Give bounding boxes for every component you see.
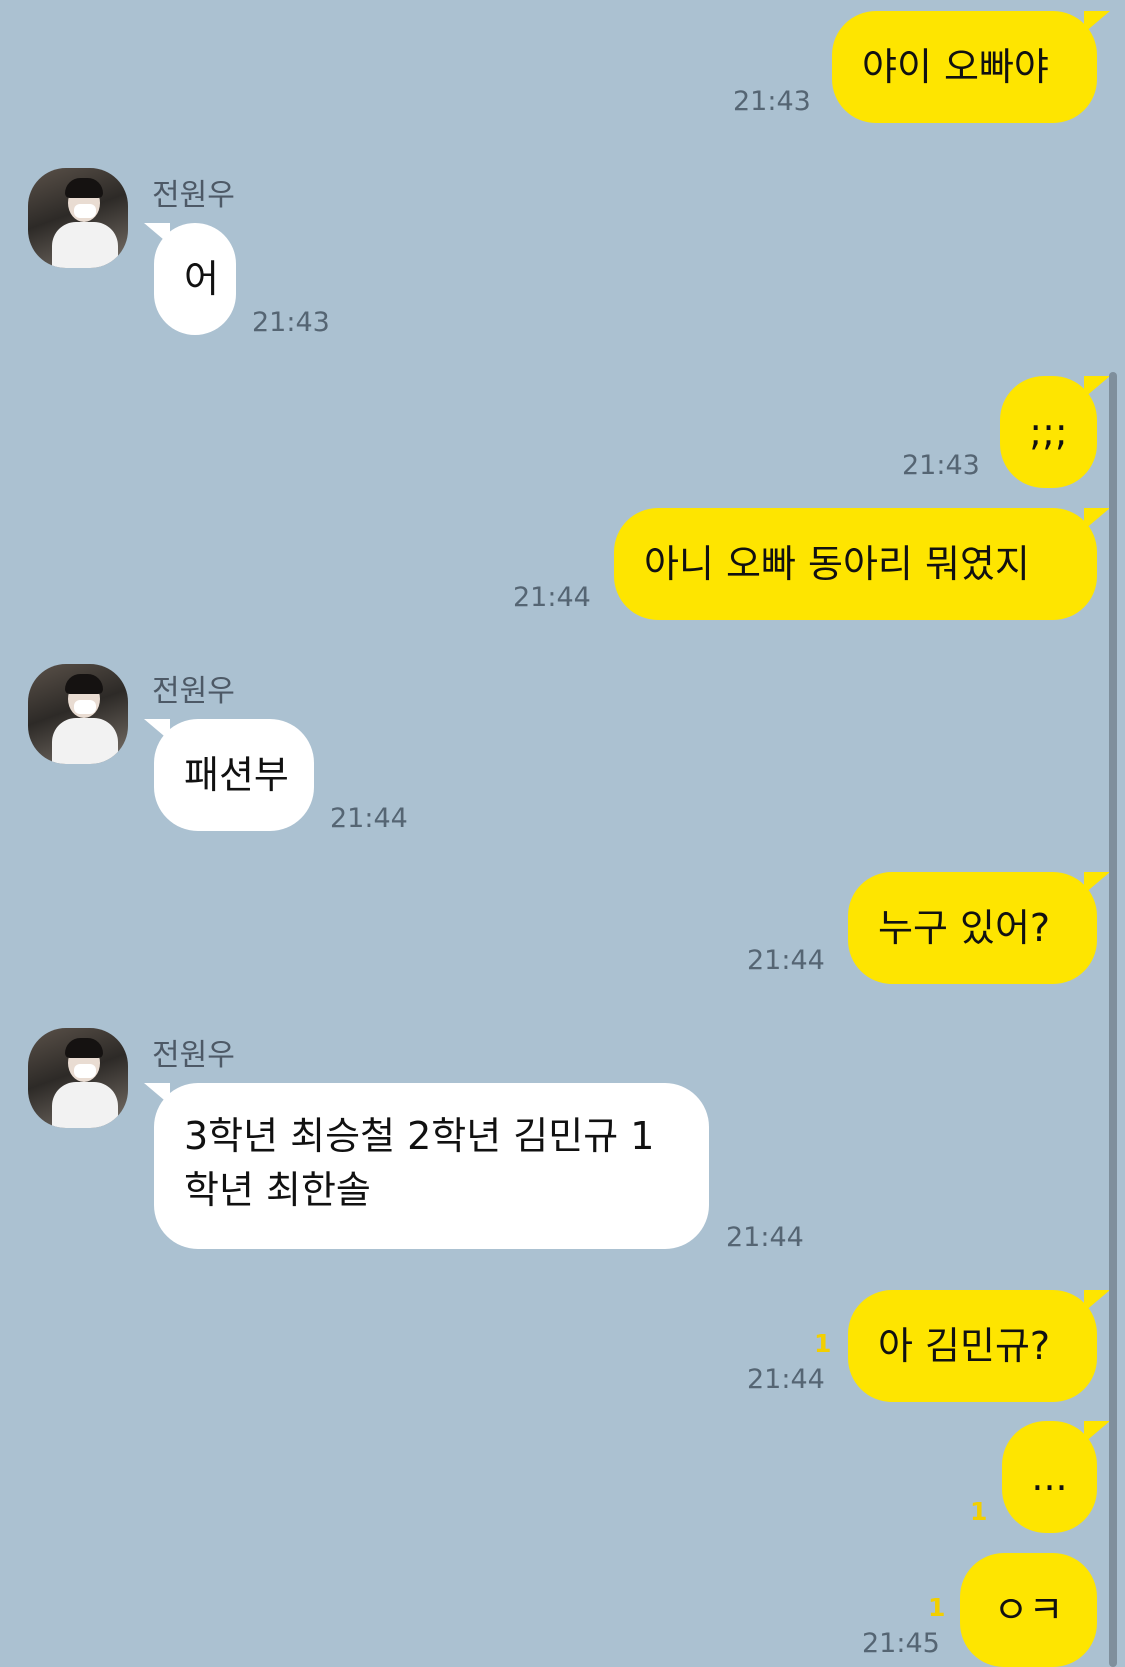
avatar-mask: [74, 1064, 96, 1078]
contact-avatar[interactable]: [28, 168, 128, 268]
message-bubble[interactable]: 패션부: [154, 719, 314, 831]
avatar-hair: [65, 1038, 103, 1058]
unread-count: 1: [970, 1497, 988, 1526]
message-time: 21:44: [330, 803, 408, 834]
message-bubble[interactable]: 아니 오빠 동아리 뭐였지: [614, 508, 1097, 620]
bubble-tail: [1084, 1421, 1110, 1443]
message-time: 21:44: [747, 1364, 825, 1395]
message-bubble[interactable]: 3학년 최승철 2학년 김민규 1학년 최한솔: [154, 1083, 709, 1249]
bubble-tail: [1084, 508, 1110, 530]
message-text: 아니 오빠 동아리 뭐였지: [644, 542, 1030, 586]
message-text: 아 김민규?: [878, 1324, 1051, 1368]
bubble-tail: [1084, 872, 1110, 894]
bubble-tail: [1084, 376, 1110, 398]
message-time: 21:45: [862, 1628, 940, 1659]
message-time: 21:44: [747, 945, 825, 976]
message-text: ...: [1031, 1455, 1068, 1499]
avatar-body: [52, 718, 118, 764]
avatar-body: [52, 222, 118, 268]
message-time: 21:43: [252, 307, 330, 338]
sender-name: 전원우: [152, 178, 235, 213]
message-text: 3학년 최승철 2학년 김민규 1학년 최한솔: [184, 1114, 655, 1212]
contact-avatar[interactable]: [28, 664, 128, 764]
bubble-tail: [1084, 1290, 1110, 1312]
message-text: 패션부: [184, 753, 289, 797]
message-bubble[interactable]: 아 김민규?: [848, 1290, 1097, 1402]
contact-avatar[interactable]: [28, 1028, 128, 1128]
message-text: 어: [184, 257, 219, 301]
message-text: 누구 있어?: [878, 906, 1051, 950]
message-bubble[interactable]: ;;;: [1000, 376, 1097, 488]
message-time: 21:43: [902, 450, 980, 481]
sender-name: 전원우: [152, 1038, 235, 1073]
message-text: ;;;: [1029, 410, 1068, 454]
scrollbar[interactable]: [1109, 372, 1117, 1667]
unread-count: 1: [814, 1329, 832, 1358]
message-time: 21:44: [513, 582, 591, 613]
message-time: 21:44: [726, 1222, 804, 1253]
message-bubble[interactable]: 누구 있어?: [848, 872, 1097, 984]
avatar-body: [52, 1082, 118, 1128]
message-bubble[interactable]: 어: [154, 223, 236, 335]
message-bubble[interactable]: ...: [1002, 1421, 1097, 1533]
bubble-tail: [1084, 11, 1110, 33]
avatar-hair: [65, 178, 103, 198]
unread-count: 1: [928, 1593, 946, 1622]
message-bubble[interactable]: ㅇㅋ: [960, 1553, 1097, 1667]
message-text: 야이 오빠야: [862, 45, 1049, 89]
message-bubble[interactable]: 야이 오빠야: [832, 11, 1097, 123]
avatar-mask: [74, 700, 96, 714]
sender-name: 전원우: [152, 674, 235, 709]
avatar-hair: [65, 674, 103, 694]
message-time: 21:43: [733, 86, 811, 117]
message-text: ㅇㅋ: [993, 1588, 1064, 1632]
avatar-mask: [74, 204, 96, 218]
